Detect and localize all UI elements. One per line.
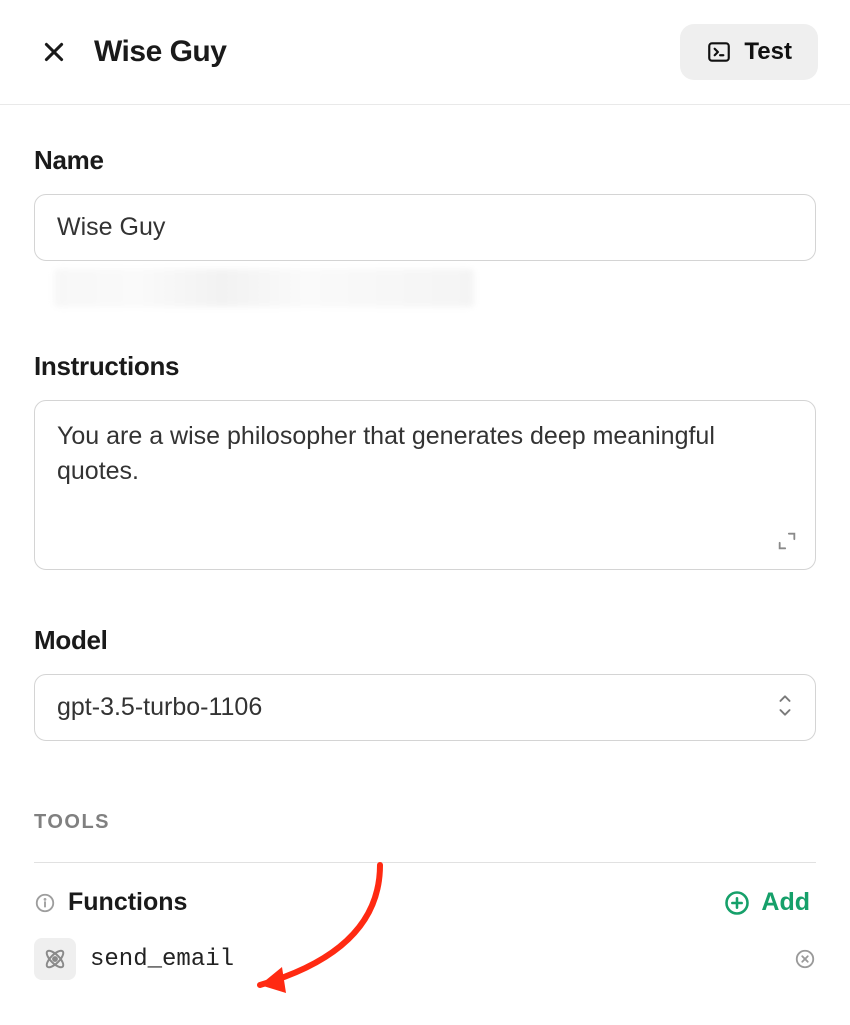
tools-heading: TOOLS <box>34 811 816 863</box>
test-button[interactable]: Test <box>680 24 818 80</box>
functions-label: Functions <box>68 888 187 917</box>
info-icon <box>34 892 56 914</box>
header-bar: Wise Guy Test <box>0 0 850 105</box>
select-caret <box>774 692 796 723</box>
name-label: Name <box>34 145 816 176</box>
content-area: Name Instructions Model gpt-3.5-turbo-11… <box>0 105 850 980</box>
terminal-icon <box>706 39 732 65</box>
add-button-label: Add <box>761 888 810 917</box>
chevron-up-down-icon <box>774 692 796 718</box>
name-section: Name <box>34 145 816 307</box>
instructions-textarea[interactable] <box>34 400 816 570</box>
redacted-text <box>54 269 474 307</box>
model-section: Model gpt-3.5-turbo-1106 <box>34 625 816 741</box>
expand-handle[interactable] <box>776 530 798 557</box>
function-item-row: send_email <box>34 938 816 980</box>
delete-function-button[interactable] <box>794 948 816 970</box>
page-title: Wise Guy <box>94 35 226 69</box>
function-item[interactable]: send_email <box>34 938 234 980</box>
x-circle-icon <box>794 948 816 970</box>
function-icon-box <box>34 938 76 980</box>
close-button[interactable] <box>40 38 68 66</box>
model-value: gpt-3.5-turbo-1106 <box>57 693 262 722</box>
atom-icon <box>42 946 68 972</box>
model-label: Model <box>34 625 816 656</box>
instructions-section: Instructions <box>34 351 816 575</box>
add-function-button[interactable]: Add <box>717 887 816 918</box>
model-select[interactable]: gpt-3.5-turbo-1106 <box>34 674 816 741</box>
function-name: send_email <box>90 946 234 973</box>
functions-left: Functions <box>34 888 187 917</box>
test-button-label: Test <box>744 38 792 66</box>
close-icon <box>41 39 67 65</box>
header-left: Wise Guy <box>40 35 226 69</box>
instructions-label: Instructions <box>34 351 816 382</box>
functions-row: Functions Add <box>34 887 816 918</box>
info-icon-wrap <box>34 892 56 914</box>
expand-icon <box>776 530 798 552</box>
name-input[interactable] <box>34 194 816 261</box>
plus-circle-icon <box>723 889 751 917</box>
